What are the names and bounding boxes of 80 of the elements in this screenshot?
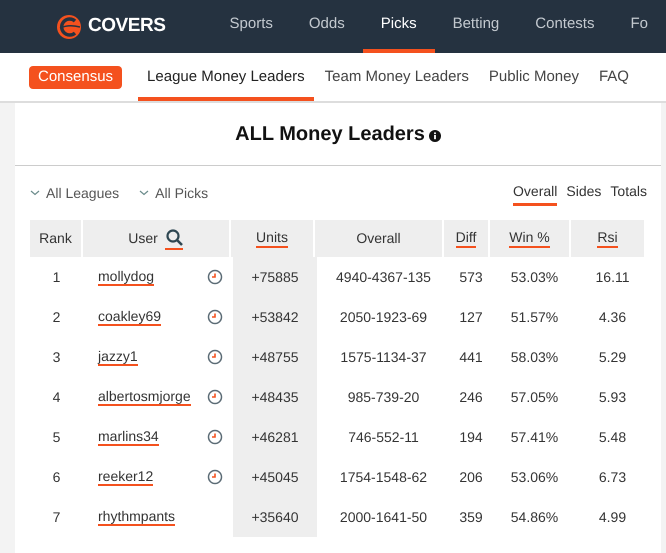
win-percent-cell-text: 54.86% — [510, 508, 558, 526]
clock-icon[interactable] — [207, 389, 223, 405]
user-link[interactable]: rhythmpants — [98, 508, 176, 526]
units-cell-text: +53842 — [251, 308, 299, 326]
rank-cell-text: 7 — [52, 508, 60, 526]
sub-nav-tab[interactable]: Public Money — [480, 53, 588, 101]
rsi-cell-text: 6.73 — [598, 468, 626, 486]
sub-nav-tab[interactable]: FAQ — [590, 53, 638, 101]
user-link[interactable]: marlins34 — [98, 428, 159, 446]
rank-cell-text: 1 — [52, 268, 60, 286]
win-percent-cell-text: 51.57% — [510, 308, 558, 326]
diff-cell-text: 206 — [459, 468, 483, 486]
user-link[interactable]: mollydog — [98, 268, 154, 286]
clock-icon[interactable] — [207, 269, 223, 285]
nav-item[interactable]: Sports — [230, 0, 291, 53]
clock-icon[interactable] — [207, 309, 223, 325]
win-percent-cell-text: 53.06% — [510, 468, 558, 486]
diff-cell-text: 359 — [459, 508, 483, 526]
filter-dropdown[interactable]: All Leagues — [30, 182, 120, 204]
win-percent-cell-text: 57.05% — [510, 388, 558, 406]
view-tab[interactable]: Totals — [610, 180, 647, 206]
diff-cell-text: 573 — [459, 268, 483, 286]
record-cell-text: 746-552-11 — [348, 428, 419, 446]
rank-cell-text: 4 — [52, 388, 60, 406]
units-cell-text: +48755 — [251, 348, 299, 366]
clock-icon[interactable] — [207, 429, 223, 445]
nav-item[interactable]: Odds — [290, 0, 363, 53]
diff-cell-text: 246 — [459, 388, 483, 406]
user-link[interactable]: coakley69 — [98, 308, 162, 326]
win-percent-cell-text: 57.41% — [510, 428, 558, 446]
view-tab[interactable]: Overall — [513, 180, 558, 206]
rank-cell-text: 5 — [52, 428, 60, 446]
record-cell-text: 2000-1641-50 — [340, 508, 428, 526]
diff-cell-text: 127 — [459, 308, 483, 326]
column-header: Rank — [39, 230, 72, 247]
view-tab[interactable]: Sides — [566, 180, 602, 206]
column-header[interactable]: Units — [256, 229, 288, 248]
diff-cell-text: 194 — [459, 428, 483, 446]
win-percent-cell-text: 53.03% — [510, 268, 558, 286]
nav-item[interactable]: Fo — [612, 0, 666, 53]
rsi-cell-text: 5.48 — [598, 428, 626, 446]
record-cell-text: 2050-1923-69 — [340, 308, 428, 326]
column-header: User — [128, 230, 158, 247]
page-title: ALL Money Leaders — [235, 122, 425, 147]
nav-item[interactable]: Contests — [517, 0, 612, 53]
rsi-cell-text: 4.36 — [598, 308, 626, 326]
rank-cell-text: 3 — [52, 348, 60, 366]
record-cell-text: 1754-1548-62 — [340, 468, 428, 486]
record-cell-text: 1575-1134-37 — [340, 348, 427, 366]
column-header[interactable]: Rsi — [597, 229, 618, 248]
record-cell-text: 4940-4367-135 — [336, 268, 431, 286]
user-link[interactable]: jazzy1 — [98, 348, 138, 366]
rsi-cell-text: 5.93 — [598, 388, 626, 406]
units-cell-text: +75885 — [251, 268, 299, 286]
filter-dropdown[interactable]: All Picks — [139, 182, 208, 204]
brand-name[interactable]: COVERS — [88, 12, 166, 41]
nav-item[interactable]: Betting — [434, 0, 518, 53]
diff-cell-text: 441 — [459, 348, 483, 366]
rsi-cell-text: 4.99 — [598, 508, 626, 526]
win-percent-cell-text: 58.03% — [510, 348, 558, 366]
column-header: Overall — [356, 230, 401, 247]
rsi-cell-text: 16.11 — [596, 268, 630, 286]
user-link[interactable]: reeker12 — [98, 468, 154, 486]
rank-cell-text: 2 — [52, 308, 60, 326]
units-cell-text: +35640 — [251, 508, 299, 526]
logo-icon — [56, 14, 82, 40]
chevron-down-icon — [139, 190, 150, 196]
user-link[interactable]: albertosmjorge — [98, 388, 191, 406]
info-icon[interactable] — [428, 130, 441, 142]
clock-icon[interactable] — [207, 349, 223, 365]
record-cell-text: 985-739-20 — [348, 388, 420, 406]
clock-icon[interactable] — [207, 469, 223, 485]
search-icon[interactable] — [164, 228, 184, 250]
sub-nav-tab[interactable]: Team Money Leaders — [316, 53, 478, 101]
rsi-cell-text: 5.29 — [598, 348, 626, 366]
units-cell-text: +46281 — [251, 428, 299, 446]
units-cell-text: +48435 — [251, 388, 299, 406]
units-cell-text: +45045 — [251, 468, 299, 486]
rank-cell-text: 6 — [52, 468, 60, 486]
chevron-down-icon — [30, 190, 40, 196]
